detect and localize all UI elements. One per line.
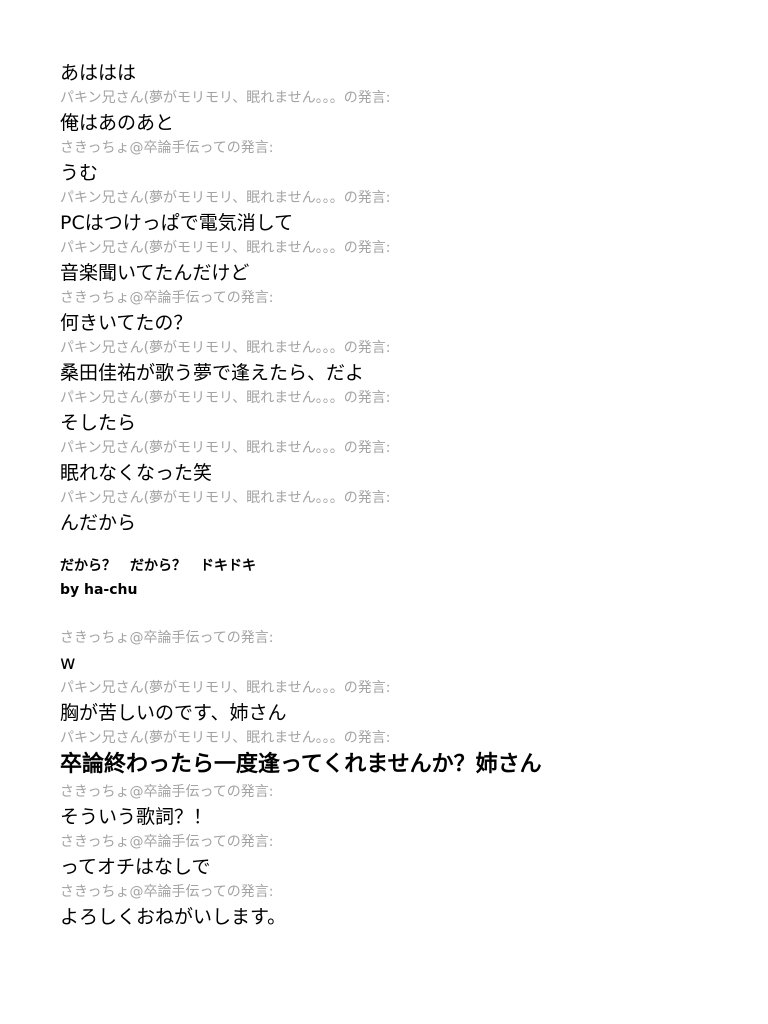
speaker-label: さきっちょ@卒論手伝っての発言: bbox=[60, 784, 274, 800]
speaker-label: パキン兄さん(夢がモリモリ、眠れません。。。の発言: bbox=[60, 240, 391, 256]
speaker-label: パキン兄さん(夢がモリモリ、眠れません。。。の発言: bbox=[60, 390, 391, 406]
message: 眠れなくなった笑 bbox=[60, 462, 213, 484]
message: 音楽聞いてたんだけど bbox=[60, 262, 250, 284]
speaker-label: パキン兄さん(夢がモリモリ、眠れません。。。の発言: bbox=[60, 340, 391, 356]
message: 桑田佳祐が歌う夢で逢えたら、だよ bbox=[60, 362, 365, 384]
speaker-label: さきっちょ@卒論手伝っての発言: bbox=[60, 884, 274, 900]
chat-log: あははは パキン兄さん(夢がモリモリ、眠れません。。。の発言: 俺はあのあと さ… bbox=[60, 58, 750, 932]
speaker-label: パキン兄さん(夢がモリモリ、眠れません。。。の発言: bbox=[60, 90, 391, 106]
message: そういう歌詞？！ bbox=[60, 806, 213, 828]
message-emphasized: 卒論終わったら一度逢ってくれませんか？姉さん bbox=[60, 752, 542, 777]
message: ってオチはなしで bbox=[60, 856, 211, 878]
speaker-label: さきっちょ@卒論手伝っての発言: bbox=[60, 290, 274, 306]
speaker-label: パキン兄さん(夢がモリモリ、眠れません。。。の発言: bbox=[60, 440, 391, 456]
message: んだから bbox=[60, 512, 137, 534]
speaker-label: さきっちょ@卒論手伝っての発言: bbox=[60, 834, 274, 850]
speaker-label: さきっちょ@卒論手伝っての発言: bbox=[60, 140, 274, 156]
speaker-label: パキン兄さん(夢がモリモリ、眠れません。。。の発言: bbox=[60, 490, 391, 506]
message: そしたら bbox=[60, 412, 137, 434]
message: よろしくおねがいします。 bbox=[60, 906, 287, 928]
speaker-label: パキン兄さん(夢がモリモリ、眠れません。。。の発言: bbox=[60, 190, 391, 206]
message: うむ bbox=[60, 162, 99, 184]
message: 胸が苦しいのです、姉さん bbox=[60, 702, 287, 724]
message: 何きいてたの？ bbox=[60, 312, 193, 334]
message: 俺はあのあと bbox=[60, 112, 175, 134]
interlude-line: だから？ だから？ ドキドキ bbox=[60, 558, 256, 574]
speaker-label: さきっちょ@卒論手伝っての発言: bbox=[60, 630, 274, 646]
speaker-label: パキン兄さん(夢がモリモリ、眠れません。。。の発言: bbox=[60, 680, 391, 696]
interlude-credit: by ha-chu bbox=[60, 582, 138, 598]
message: あははは bbox=[60, 62, 137, 84]
message: w bbox=[60, 652, 76, 674]
speaker-label: パキン兄さん(夢がモリモリ、眠れません。。。の発言: bbox=[60, 730, 391, 746]
message: PCはつけっぱで電気消して bbox=[60, 212, 294, 234]
